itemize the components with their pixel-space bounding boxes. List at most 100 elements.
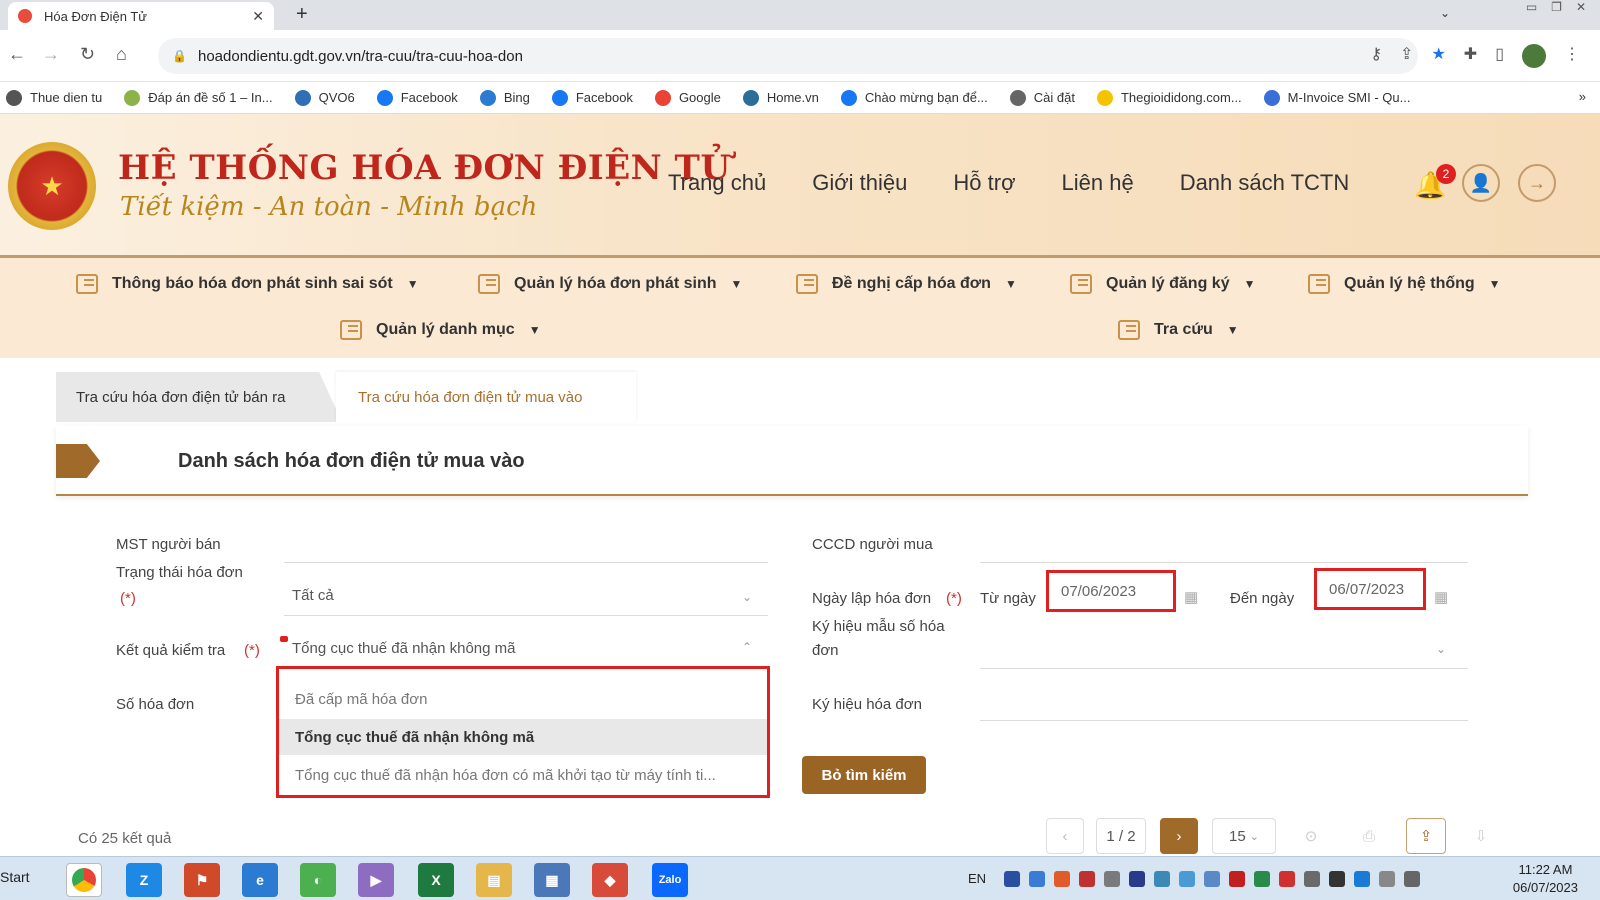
tray-icon[interactable] <box>1179 871 1195 887</box>
settings-icon[interactable]: ⊙ <box>1292 818 1330 854</box>
user-profile-icon[interactable]: 👤 <box>1462 164 1500 202</box>
dropdown-option[interactable]: Đã cấp mã hóa đơn <box>279 681 767 717</box>
menu-lookup[interactable]: Tra cứu ▼ <box>1118 320 1239 340</box>
tray-icon[interactable] <box>1129 871 1145 887</box>
tray-icon[interactable] <box>1279 871 1295 887</box>
invoice-symbol-input[interactable] <box>980 720 1468 721</box>
close-tab-icon[interactable]: ✕ <box>252 8 264 25</box>
back-icon[interactable]: ← <box>8 44 26 65</box>
colorful-app-icon[interactable]: ◆ <box>592 863 628 897</box>
key-icon[interactable]: ⚷ <box>1370 44 1382 68</box>
start-button[interactable]: Start <box>0 869 30 885</box>
status-select[interactable] <box>284 615 768 616</box>
menu-registration[interactable]: Quản lý đăng ký ▼ <box>1070 274 1255 294</box>
print-icon[interactable]: ⎙ <box>1350 818 1388 854</box>
tray-icon[interactable] <box>1229 871 1245 887</box>
calendar-icon[interactable]: ▦ <box>1434 588 1448 606</box>
page-size-select[interactable]: 15 ⌄ <box>1212 818 1276 854</box>
export-icon[interactable]: ⇪ <box>1406 818 1446 854</box>
status-select-value[interactable]: Tất cả <box>292 587 334 604</box>
nav-support[interactable]: Hỗ trợ <box>953 170 1015 196</box>
chrome-icon[interactable] <box>72 868 96 892</box>
browser-tab[interactable]: Hóa Đơn Điện Tử ✕ <box>8 2 274 30</box>
zalo-z-icon[interactable]: Z <box>126 863 162 897</box>
media-player-icon[interactable]: ▶ <box>358 863 394 897</box>
profile-avatar[interactable] <box>1522 44 1546 68</box>
chevron-up-icon[interactable]: ⌃ <box>742 640 752 654</box>
app-icon[interactable]: ⚑ <box>184 863 220 897</box>
bookmark-item[interactable]: Google <box>654 89 721 106</box>
chevron-down-icon[interactable]: ⌄ <box>742 590 752 604</box>
seller-tax-input[interactable] <box>284 562 768 563</box>
file-explorer-icon[interactable]: ▤ <box>476 863 512 897</box>
tray-icon[interactable] <box>1329 871 1345 887</box>
minimize-icon[interactable]: ▭ <box>1526 0 1537 14</box>
tray-icon[interactable] <box>1054 871 1070 887</box>
tab-search-chevron-icon[interactable]: ⌄ <box>1440 6 1450 20</box>
bookmark-item[interactable]: Bing <box>479 89 530 106</box>
bookmark-item[interactable]: Cài đặt <box>1009 89 1075 106</box>
menu-error-notice[interactable]: Thông báo hóa đơn phát sinh sai sót ▼ <box>76 274 419 294</box>
system-clock[interactable]: 11:22 AM 06/07/2023 <box>1513 861 1578 897</box>
menu-dots-icon[interactable]: ⋮ <box>1564 44 1580 68</box>
tab-bought-invoices[interactable]: Tra cứu hóa đơn điện tử mua vào <box>336 372 636 422</box>
bookmark-item[interactable]: Đáp án đề số 1 – In... <box>124 89 273 106</box>
bookmark-item[interactable]: Chào mừng bạn để... <box>840 89 988 106</box>
from-date-input[interactable]: 07/06/2023 <box>1046 570 1176 612</box>
side-panel-icon[interactable]: ▯ <box>1495 44 1504 68</box>
check-result-select-value[interactable]: Tổng cục thuế đã nhận không mã <box>292 640 516 657</box>
bookmark-item[interactable]: Thegioididong.com... <box>1096 89 1242 106</box>
tray-icon[interactable] <box>1029 871 1045 887</box>
menu-catalog[interactable]: Quản lý danh mục ▼ <box>340 320 541 340</box>
logout-arrow-icon[interactable]: → <box>1518 164 1556 202</box>
tray-icon[interactable] <box>1079 871 1095 887</box>
menu-system[interactable]: Quản lý hệ thống ▼ <box>1308 274 1501 294</box>
tray-icon[interactable] <box>1354 871 1370 887</box>
menu-invoice-request[interactable]: Đề nghị cấp hóa đơn ▼ <box>796 274 1017 294</box>
coccoc-icon[interactable]: ◐ <box>300 863 336 897</box>
network-icon[interactable] <box>1379 871 1395 887</box>
dropdown-option-selected[interactable]: Tổng cục thuế đã nhận không mã <box>279 719 767 755</box>
bookmark-item[interactable]: QVO6 <box>294 89 355 106</box>
bookmark-item[interactable]: Home.vn <box>742 89 819 106</box>
new-tab-icon[interactable]: + <box>296 3 308 26</box>
tray-icon[interactable] <box>1304 871 1320 887</box>
nav-about[interactable]: Giới thiệu <box>812 170 907 196</box>
to-date-input[interactable]: 06/07/2023 <box>1314 568 1426 610</box>
home-icon[interactable]: ⌂ <box>116 44 127 65</box>
bookmark-star-icon[interactable]: ★ <box>1431 44 1445 68</box>
share-icon[interactable]: ⇪ <box>1400 44 1413 68</box>
tray-icon[interactable] <box>1204 871 1220 887</box>
restore-icon[interactable]: ❐ <box>1551 0 1562 14</box>
clear-search-button[interactable]: Bỏ tìm kiếm <box>802 756 926 794</box>
bookmark-item[interactable]: M-Invoice SMI - Qu... <box>1263 89 1410 106</box>
bookmark-item[interactable]: Facebook <box>376 89 458 106</box>
window-close-icon[interactable]: ✕ <box>1576 0 1586 14</box>
language-indicator[interactable]: EN <box>968 871 986 886</box>
chevron-down-icon[interactable]: ⌄ <box>1436 642 1446 656</box>
download-icon[interactable]: ⇩ <box>1462 818 1500 854</box>
menu-issued-invoices[interactable]: Quản lý hóa đơn phát sinh ▼ <box>478 274 742 294</box>
reload-icon[interactable]: ↻ <box>80 44 95 65</box>
dropdown-option[interactable]: Tổng cục thuế đã nhận hóa đơn có mã khởi… <box>279 757 767 793</box>
volume-icon[interactable] <box>1404 871 1420 887</box>
calendar-icon[interactable]: ▦ <box>1184 588 1198 606</box>
tray-icon[interactable] <box>1104 871 1120 887</box>
tab-sold-invoices[interactable]: Tra cứu hóa đơn điện tử bán ra <box>56 372 342 422</box>
spreadsheet-icon[interactable]: ▦ <box>534 863 570 897</box>
tray-icon[interactable] <box>1004 871 1020 887</box>
nav-tctn-list[interactable]: Danh sách TCTN <box>1180 170 1350 196</box>
bookmark-item[interactable]: Facebook <box>551 89 633 106</box>
template-select[interactable] <box>980 668 1468 669</box>
forward-icon[interactable]: → <box>42 44 60 65</box>
nav-home[interactable]: Trang chủ <box>668 170 766 196</box>
next-page-button[interactable]: › <box>1160 818 1198 854</box>
prev-page-button[interactable]: ‹ <box>1046 818 1084 854</box>
extensions-icon[interactable]: ✚ <box>1464 44 1477 68</box>
nav-contact[interactable]: Liên hệ <box>1062 170 1134 196</box>
bookmark-item[interactable]: Thue dien tu <box>6 89 102 106</box>
buyer-id-input[interactable] <box>980 562 1468 563</box>
internet-explorer-icon[interactable]: e <box>242 863 278 897</box>
tray-icon[interactable] <box>1254 871 1270 887</box>
excel-icon[interactable]: X <box>418 863 454 897</box>
